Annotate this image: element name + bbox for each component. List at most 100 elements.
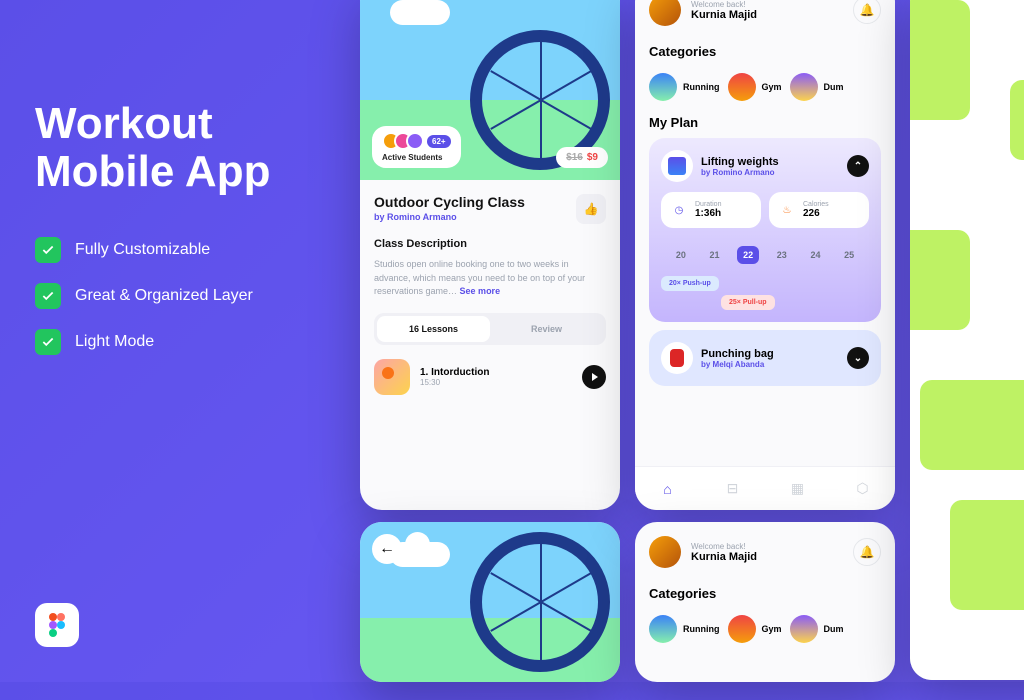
nav-home[interactable]: ⌂	[656, 477, 680, 501]
lesson-title: 1. Intorduction	[420, 367, 572, 378]
welcome-text: Welcome back!	[691, 542, 843, 551]
check-icon	[35, 329, 61, 355]
class-author[interactable]: by Romino Armano	[374, 212, 525, 222]
header: Welcome back! Kurnia Majid 🔔	[635, 522, 895, 582]
home-screen-variant: Welcome back! Kurnia Majid 🔔 Categories …	[635, 522, 895, 682]
category-item[interactable]: Running	[649, 73, 720, 101]
gym-icon	[728, 73, 756, 101]
lesson-duration: 15:30	[420, 378, 572, 387]
feature-item: Great & Organized Layer	[35, 283, 355, 309]
calories-stat: ♨ Calories226	[769, 192, 869, 228]
hero-illustration: ←	[360, 522, 620, 682]
price-new: $9	[587, 152, 598, 163]
category-item[interactable]: Gym	[728, 73, 782, 101]
barbell-icon	[661, 150, 693, 182]
cal-day[interactable]: 25	[838, 246, 860, 264]
see-more-link[interactable]: See more	[460, 286, 501, 296]
arrow-left-icon: ←	[379, 540, 395, 558]
expand-button[interactable]: ⌄	[847, 347, 869, 369]
dumbbell-icon	[790, 615, 818, 643]
categories-label: Categories	[635, 582, 895, 605]
lesson-row[interactable]: 1. Intorduction 15:30	[374, 359, 606, 395]
cal-day[interactable]: 24	[804, 246, 826, 264]
user-avatar[interactable]	[649, 536, 681, 568]
profile-icon: ⬡	[856, 480, 868, 497]
category-item[interactable]: Dum	[790, 73, 844, 101]
cal-day[interactable]: 23	[771, 246, 793, 264]
feature-list: Fully Customizable Great & Organized Lay…	[35, 237, 355, 355]
cal-day-active[interactable]: 22	[737, 246, 759, 264]
header: Welcome back! Kurnia Majid 🔔	[635, 0, 895, 40]
active-students-badge[interactable]: 62+ Active Students	[372, 126, 461, 168]
task-pushup[interactable]: 20× Push-up	[661, 276, 719, 291]
running-icon	[649, 73, 677, 101]
duration-stat: ◷ Duration1:36h	[661, 192, 761, 228]
class-detail-screen: 62+ Active Students $16$9 Outdoor Cyclin…	[360, 0, 620, 510]
tab-review[interactable]: Review	[490, 316, 603, 342]
gym-icon	[728, 615, 756, 643]
feature-label: Great & Organized Layer	[75, 287, 253, 305]
map-screen[interactable]: ◷ Duration56:00 ◎ Distance20 km 3. Cycli…	[910, 0, 1024, 680]
tab-lessons[interactable]: 16 Lessons	[377, 316, 490, 342]
plan-card-lifting[interactable]: Lifting weights by Romino Armano ⌃ ◷ Dur…	[649, 138, 881, 322]
feature-label: Fully Customizable	[75, 241, 210, 259]
home-screen: Welcome back! Kurnia Majid 🔔 Categories …	[635, 0, 895, 510]
like-button[interactable]: 👍	[576, 194, 606, 224]
plan-card-punching[interactable]: Punching bag by Melqi Abanda ⌄	[649, 330, 881, 386]
promo-panel: Workout Mobile App Fully Customizable Gr…	[35, 100, 355, 375]
students-count: 62+	[427, 135, 451, 148]
plan-author: by Romino Armano	[701, 168, 779, 177]
dumbbell-icon: ⊟	[727, 480, 739, 497]
stats-icon: ▦	[791, 480, 804, 497]
class-title: Outdoor Cycling Class	[374, 194, 525, 210]
figma-icon	[35, 603, 79, 647]
class-detail-screen-variant: ←	[360, 522, 620, 682]
chevron-down-icon: ⌄	[854, 353, 862, 364]
home-icon: ⌂	[663, 481, 671, 497]
description-header: Class Description	[374, 238, 606, 250]
feature-item: Light Mode	[35, 329, 355, 355]
punching-bag-icon	[661, 342, 693, 374]
task-pullup[interactable]: 25× Pull-up	[721, 295, 775, 310]
plan-author: by Melqi Abanda	[701, 360, 774, 369]
price-badge: $16$9	[556, 147, 608, 168]
check-icon	[35, 237, 61, 263]
clock-icon: ◷	[669, 200, 689, 220]
hero-illustration: 62+ Active Students $16$9	[360, 0, 620, 180]
check-icon	[35, 283, 61, 309]
cal-day[interactable]: 20	[670, 246, 692, 264]
fire-icon: ♨	[777, 200, 797, 220]
categories-row[interactable]: Running Gym Dum	[635, 605, 895, 653]
welcome-text: Welcome back!	[691, 0, 843, 9]
chevron-up-icon: ⌃	[854, 161, 862, 172]
user-avatar[interactable]	[649, 0, 681, 26]
back-button[interactable]: ←	[372, 534, 402, 564]
tabs: 16 Lessons Review	[374, 313, 606, 345]
calendar-row[interactable]: 20 21 22 23 24 25	[661, 238, 869, 272]
lesson-thumbnail	[374, 359, 410, 395]
category-item[interactable]: Dum	[790, 615, 844, 643]
feature-item: Fully Customizable	[35, 237, 355, 263]
play-button[interactable]	[582, 365, 606, 389]
category-item[interactable]: Running	[649, 615, 720, 643]
promo-title: Workout Mobile App	[35, 100, 355, 197]
categories-label: Categories	[635, 40, 895, 63]
categories-row[interactable]: Running Gym Dum	[635, 63, 895, 111]
collapse-button[interactable]: ⌃	[847, 155, 869, 177]
nav-stats[interactable]: ▦	[786, 477, 810, 501]
notifications-button[interactable]: 🔔	[853, 538, 881, 566]
notifications-button[interactable]: 🔔	[853, 0, 881, 24]
plan-title: Punching bag	[701, 348, 774, 360]
user-name: Kurnia Majid	[691, 9, 843, 21]
bell-icon: 🔔	[860, 545, 875, 559]
cal-day[interactable]: 21	[703, 246, 725, 264]
running-icon	[649, 615, 677, 643]
feature-label: Light Mode	[75, 333, 154, 351]
dumbbell-icon	[790, 73, 818, 101]
nav-workout[interactable]: ⊟	[721, 477, 745, 501]
category-item[interactable]: Gym	[728, 615, 782, 643]
plan-title: Lifting weights	[701, 156, 779, 168]
nav-profile[interactable]: ⬡	[851, 477, 875, 501]
map-background[interactable]	[910, 0, 1024, 680]
thumbs-up-icon: 👍	[584, 202, 599, 216]
